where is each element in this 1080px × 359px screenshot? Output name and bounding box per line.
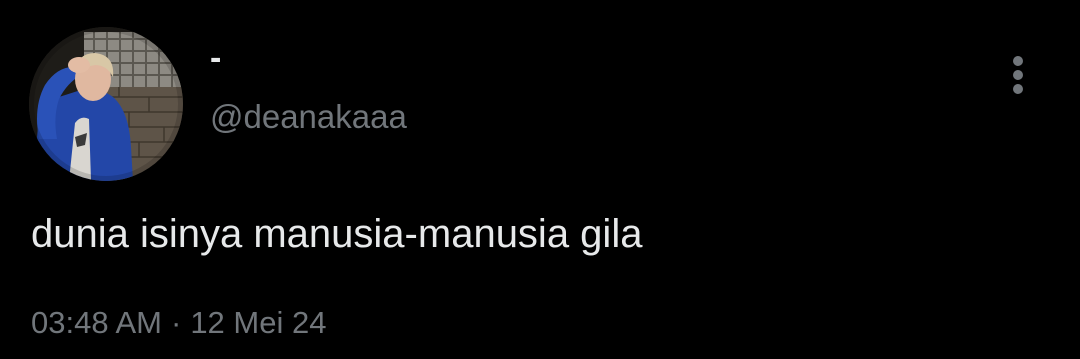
tweet-text: dunia isinya manusia-manusia gila — [31, 212, 643, 256]
tweet-time: 03:48 AM — [31, 305, 162, 340]
tweet-date: 12 Mei 24 — [190, 305, 327, 340]
tweet-card: - @deanakaaa dunia isinya manusia-manusi… — [0, 0, 1080, 359]
avatar[interactable] — [29, 27, 183, 181]
profile-photo — [29, 27, 183, 181]
meta-separator: · — [170, 305, 182, 340]
tweet-timestamp[interactable]: 03:48 AM · 12 Mei 24 — [31, 303, 326, 343]
more-vertical-icon — [1013, 56, 1023, 94]
author-display-name[interactable]: - — [210, 38, 221, 78]
author-handle[interactable]: @deanakaaa — [210, 96, 407, 138]
more-options-button[interactable] — [998, 52, 1038, 98]
